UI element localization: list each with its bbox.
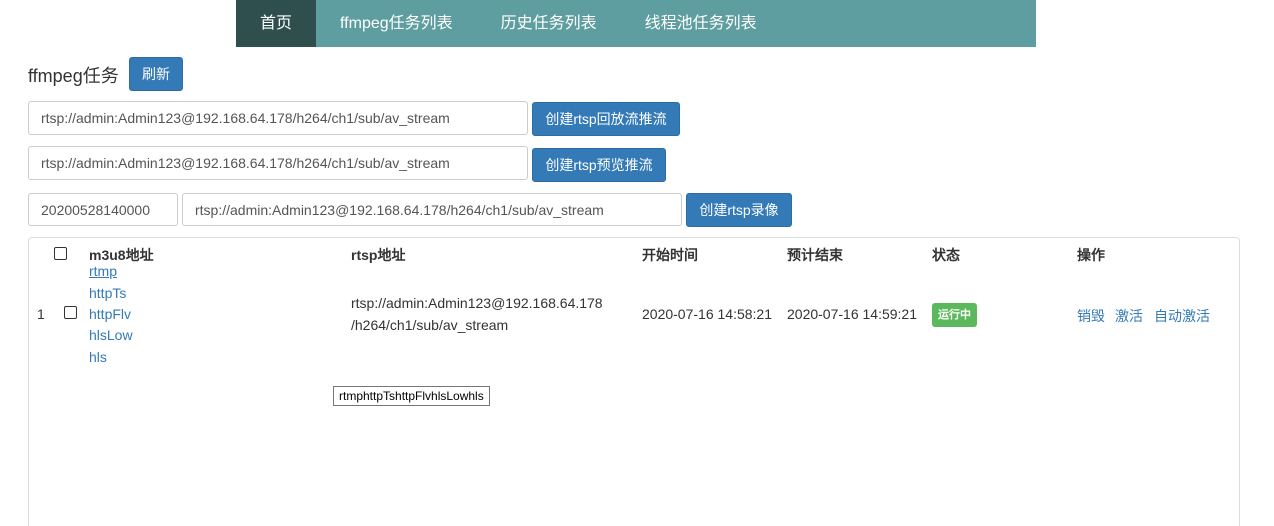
create-preview-stream-button[interactable]: 创建rtsp预览推流 [532,148,666,182]
create-playback-stream-button[interactable]: 创建rtsp回放流推流 [532,102,680,136]
row-index: 1 [37,306,45,322]
header-start-time: 开始时间 [642,247,698,263]
page-title: ffmpeg任务 [28,66,119,86]
nav-threadpool-tasks[interactable]: 线程池任务列表 [621,0,781,47]
activate-link[interactable]: 激活 [1115,306,1143,326]
tooltip: rtmphttpTshttpFlvhlsLowhls [333,386,490,406]
top-navbar: 首页 ffmpeg任务列表 历史任务列表 线程池任务列表 [236,0,1036,47]
nav-ffmpeg-tasks[interactable]: ffmpeg任务列表 [316,0,477,47]
refresh-button[interactable]: 刷新 [129,57,183,91]
create-record-button[interactable]: 创建rtsp录像 [686,193,792,227]
select-all-checkbox[interactable] [54,247,67,260]
start-time: 2020-07-16 14:58:21 [642,306,772,322]
record-url-input[interactable] [182,193,682,226]
nav-home[interactable]: 首页 [236,0,317,47]
header-status: 状态 [932,247,960,263]
header-m3u8: m3u8地址 [89,247,154,263]
rtsp-url-line2: /h264/ch1/sub/av_stream [351,317,509,333]
link-hlslow[interactable]: hlsLow [89,327,133,343]
link-httpts[interactable]: httpTs [89,285,126,301]
header-rtsp: rtsp地址 [351,247,406,263]
header-end-time: 预计结束 [787,247,843,263]
status-badge: 运行中 [932,303,977,327]
auto-activate-link[interactable]: 自动激活 [1154,306,1210,326]
nav-history-tasks[interactable]: 历史任务列表 [477,0,621,47]
destroy-link[interactable]: 销毁 [1077,306,1105,326]
end-time: 2020-07-16 14:59:21 [787,306,917,322]
link-rtmp[interactable]: rtmp [89,263,117,279]
record-time-input[interactable] [28,193,178,226]
task-table [28,237,1240,526]
header-actions: 操作 [1077,247,1105,263]
playback-url-input[interactable] [28,101,528,135]
link-httpflv[interactable]: httpFlv [89,306,131,322]
link-hls[interactable]: hls [89,349,107,365]
rtsp-url-line1: rtsp://admin:Admin123@192.168.64.178 [351,295,603,311]
row-checkbox[interactable] [64,306,77,319]
preview-url-input[interactable] [28,146,528,180]
